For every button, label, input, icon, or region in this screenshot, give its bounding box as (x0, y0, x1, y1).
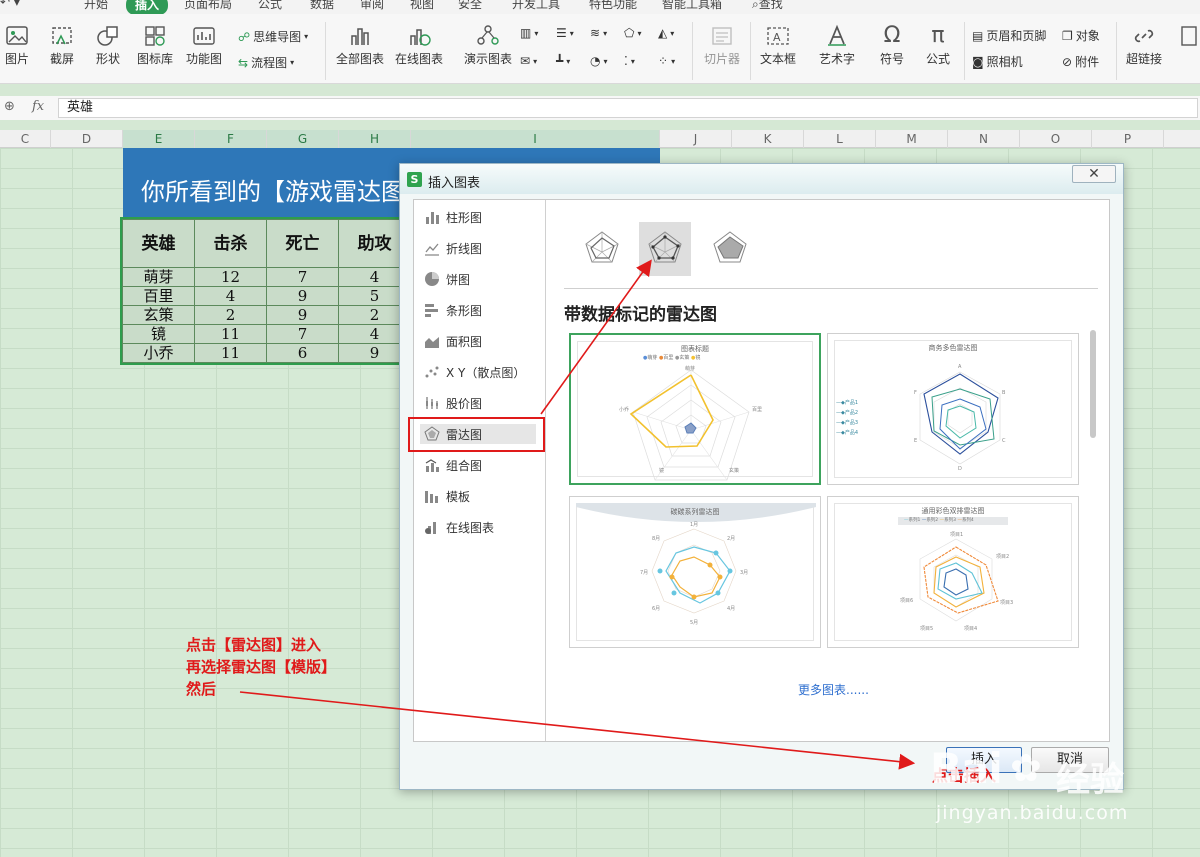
annotation-overlay (239, 259, 916, 770)
arrow-to-insert (239, 691, 916, 770)
insert-callout: 点击插入 (932, 766, 997, 785)
radar-category-highlight (408, 417, 545, 452)
instruction-annotation: 点击【雷达图】进入 再选择雷达图【模版】 然后 (186, 636, 337, 698)
arrow-to-variant (540, 259, 652, 415)
